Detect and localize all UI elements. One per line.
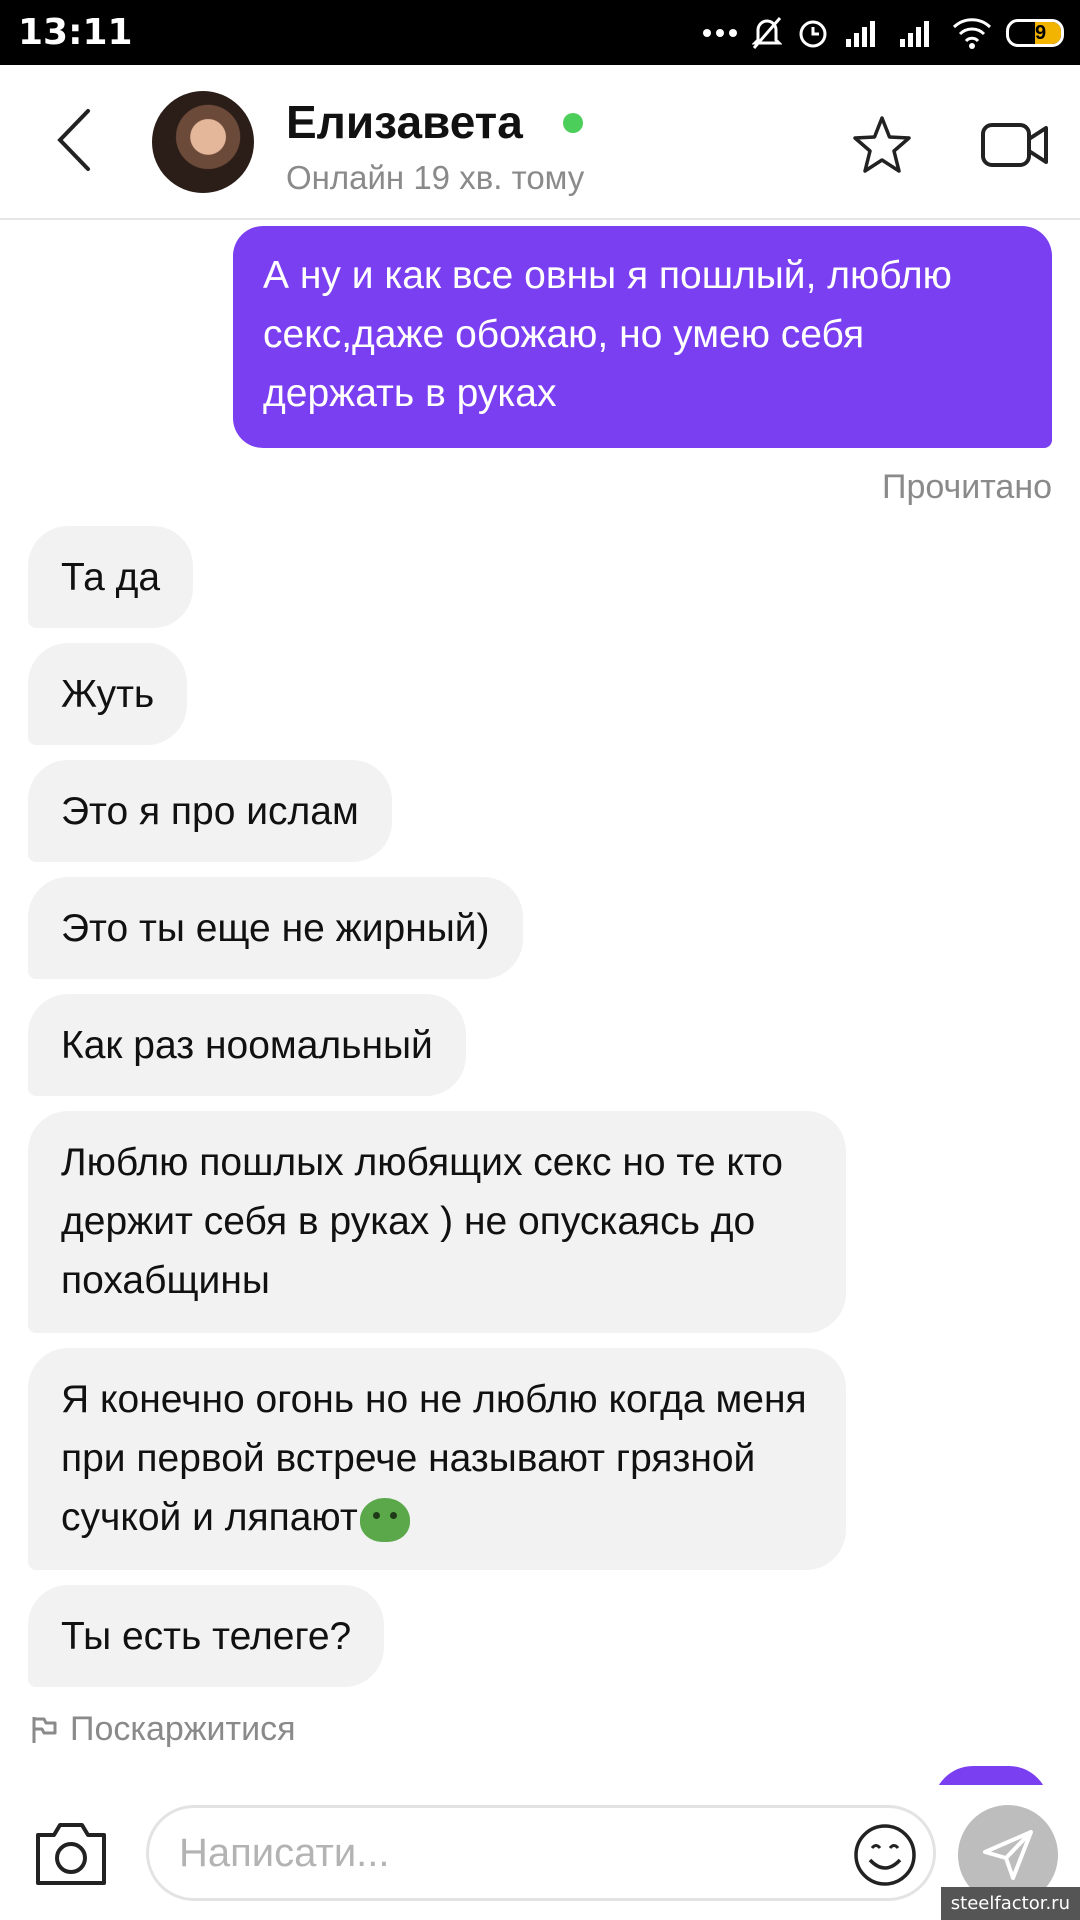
- camera-button[interactable]: [32, 1815, 110, 1889]
- message-text: Жуть: [61, 672, 155, 716]
- incoming-message[interactable]: Я конечно огонь но не люблю когда меня п…: [28, 1348, 846, 1570]
- incoming-message[interactable]: Люблю пошлых любящих секс но те кто держ…: [28, 1111, 846, 1333]
- message-text: Как раз ноомальный: [61, 1023, 433, 1067]
- incoming-message[interactable]: Ты есть телеге?: [28, 1585, 385, 1687]
- camera-icon: [36, 1823, 106, 1885]
- battery-icon: 39: [1006, 19, 1064, 47]
- report-link[interactable]: Поскаржитися: [30, 1710, 296, 1749]
- back-button[interactable]: [48, 105, 108, 175]
- incoming-message[interactable]: Это я про ислам: [28, 760, 392, 862]
- contact-name[interactable]: Елизавета: [286, 95, 523, 149]
- smiley-icon: [854, 1824, 916, 1886]
- report-label: Поскаржитися: [70, 1710, 296, 1748]
- bell-off-icon: [752, 17, 782, 49]
- incoming-message[interactable]: Та да: [28, 526, 194, 628]
- status-icons: 39: [702, 12, 1064, 54]
- composer-bar: [0, 1785, 1080, 1920]
- alarm-icon: [799, 20, 827, 48]
- read-receipt: Прочитано: [882, 468, 1052, 506]
- watermark: steelfactor.ru: [940, 1887, 1080, 1920]
- online-indicator: [563, 113, 583, 133]
- message-text: Я конечно огонь но не люблю когда меня п…: [61, 1378, 807, 1539]
- chevron-left-icon: [57, 109, 90, 171]
- message-text: Это я про ислам: [61, 789, 359, 833]
- favorite-button[interactable]: [850, 113, 914, 177]
- avatar[interactable]: [152, 91, 254, 193]
- incoming-message[interactable]: Жуть: [28, 643, 188, 745]
- outgoing-message[interactable]: А ну и как все овны я пошлый, люблю секс…: [233, 226, 1052, 448]
- message-text: Люблю пошлых любящих секс но те кто держ…: [61, 1141, 783, 1302]
- contact-status: Онлайн 19 хв. тому: [286, 159, 585, 196]
- message-text: Это ты еще не жирный): [61, 906, 490, 950]
- signal-icon: [900, 21, 929, 47]
- status-time: 13:11: [18, 12, 133, 53]
- video-camera-icon: [981, 123, 1048, 167]
- flag-icon: [32, 1716, 57, 1743]
- incoming-message[interactable]: Как раз ноомальный: [28, 994, 466, 1096]
- status-bar: 13:11 39: [0, 0, 1080, 65]
- video-call-button[interactable]: [980, 119, 1050, 171]
- wifi-icon: [952, 18, 992, 49]
- send-icon: [983, 1830, 1033, 1880]
- nauseated-face-emoji: [359, 1497, 410, 1542]
- emoji-button[interactable]: [852, 1822, 918, 1888]
- message-input[interactable]: [146, 1805, 936, 1901]
- incoming-message[interactable]: Это ты еще не жирный): [28, 877, 523, 979]
- battery-level: 39: [1023, 21, 1047, 44]
- more-dots-icon: [703, 29, 737, 37]
- message-text: Ты есть телеге?: [61, 1614, 352, 1658]
- signal-icon: [846, 21, 875, 47]
- chat-header: Елизавета Онлайн 19 хв. тому: [0, 65, 1080, 220]
- star-icon: [853, 116, 911, 173]
- message-text: Та да: [61, 555, 161, 599]
